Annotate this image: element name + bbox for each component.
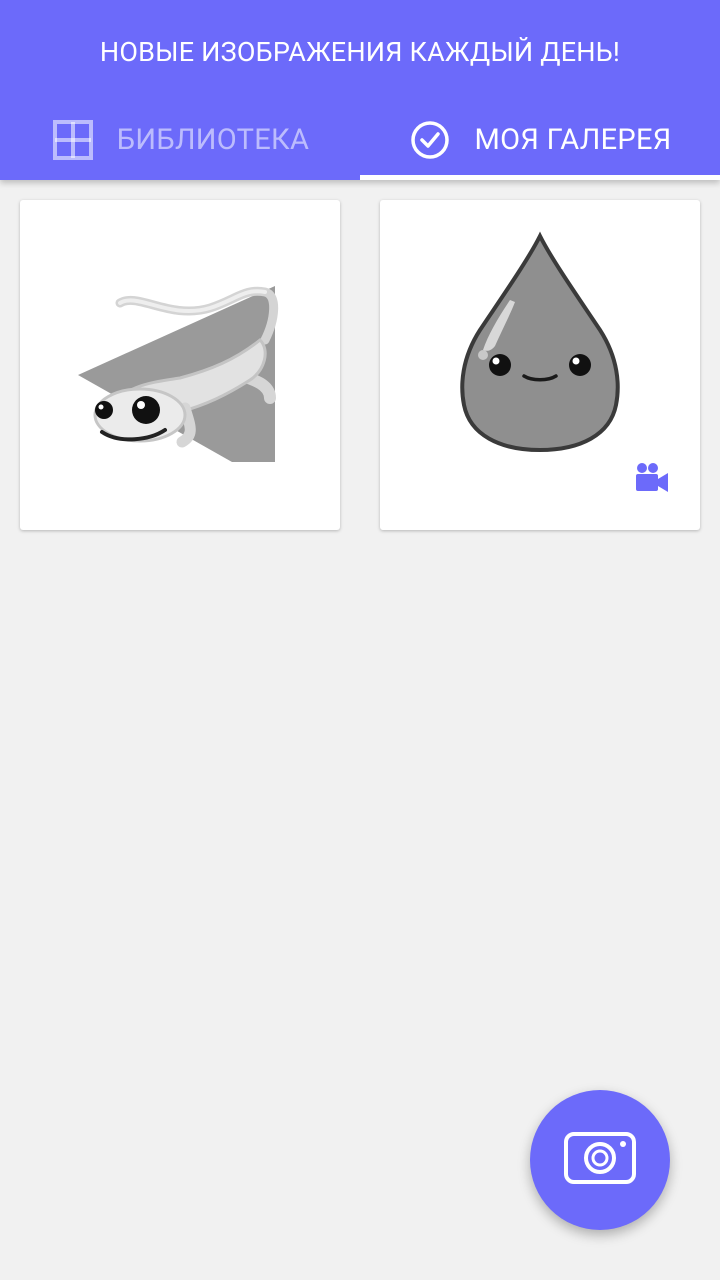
- tab-library-label: БИБЛИОТЕКА: [116, 123, 310, 157]
- selected-tab-indicator: [360, 175, 720, 180]
- app-header: НОВЫЕ ИЗОБРАЖЕНИЯ КАЖДЫЙ ДЕНЬ! БИБЛИОТЕК…: [0, 0, 720, 180]
- tab-my-gallery[interactable]: МОЯ ГАЛЕРЕЯ: [360, 100, 720, 180]
- tab-my-gallery-label: МОЯ ГАЛЕРЕЯ: [474, 123, 672, 157]
- gallery-item-lizard[interactable]: [20, 200, 340, 530]
- video-camera-icon: [634, 462, 670, 494]
- check-circle-icon: [408, 118, 452, 162]
- tab-library[interactable]: БИБЛИОТЕКА: [0, 100, 360, 180]
- gallery-item-water-drop[interactable]: [380, 200, 700, 530]
- lizard-artwork: [78, 286, 279, 462]
- camera-icon: [563, 1131, 637, 1189]
- gallery-grid: [20, 200, 700, 532]
- grid-icon: [51, 118, 95, 162]
- banner-title[interactable]: НОВЫЕ ИЗОБРАЖЕНИЯ КАЖДЫЙ ДЕНЬ!: [0, 30, 720, 74]
- camera-fab-button[interactable]: [530, 1090, 670, 1230]
